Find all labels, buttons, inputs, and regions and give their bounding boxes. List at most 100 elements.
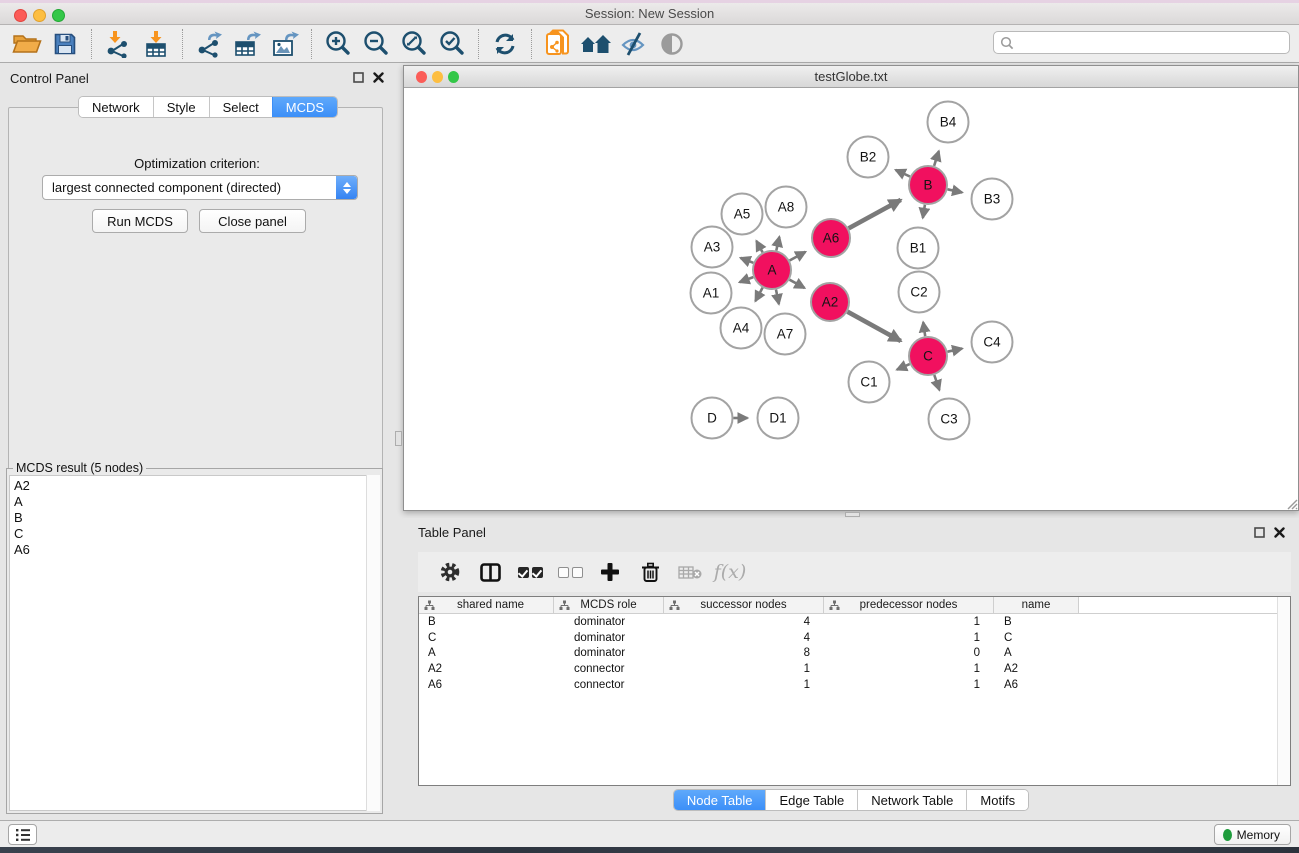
graph-edge[interactable] xyxy=(848,312,901,341)
graph-node-A1[interactable]: A1 xyxy=(691,273,732,314)
resize-grip-icon[interactable] xyxy=(1284,496,1298,510)
toolbar-search[interactable] xyxy=(993,31,1290,54)
mcds-result-item[interactable]: A6 xyxy=(14,542,379,558)
close-panel-icon[interactable] xyxy=(1274,527,1285,538)
delete-table-button[interactable] xyxy=(670,555,710,589)
graph-node-A6[interactable]: A6 xyxy=(812,219,850,257)
graph-node-B2[interactable]: B2 xyxy=(848,137,889,178)
zoom-out-button[interactable] xyxy=(357,27,395,61)
graph-edge[interactable] xyxy=(849,200,901,229)
graph-node-A4[interactable]: A4 xyxy=(721,308,762,349)
new-network-from-selection-button[interactable] xyxy=(539,27,577,61)
graph-node-B[interactable]: B xyxy=(909,166,947,204)
network-canvas[interactable]: B4B2BB3A5A8A6A3B1AC2A1A2A4A7C4CC1C3DD1 xyxy=(404,88,1298,510)
table-options-button[interactable] xyxy=(430,555,470,589)
graph-edge[interactable] xyxy=(776,237,779,251)
search-input[interactable] xyxy=(1014,32,1289,53)
column-header-shared-name[interactable]: shared name xyxy=(419,597,554,613)
graph-node-D[interactable]: D xyxy=(692,398,733,439)
table-row[interactable]: Cdominator41C xyxy=(419,630,1290,646)
table-row[interactable]: A2connector11A2 xyxy=(419,661,1290,677)
show-all-button[interactable] xyxy=(653,27,691,61)
memory-button[interactable]: Memory xyxy=(1214,824,1291,845)
mcds-result-item[interactable]: C xyxy=(14,526,379,542)
graph-edge[interactable] xyxy=(948,349,963,352)
graph-edge[interactable] xyxy=(741,258,754,263)
import-table-button[interactable] xyxy=(137,27,175,61)
tab-motifs[interactable]: Motifs xyxy=(966,790,1028,810)
graph-edge[interactable] xyxy=(790,252,806,261)
table-row[interactable]: Bdominator41B xyxy=(419,614,1290,630)
graph-node-C4[interactable]: C4 xyxy=(972,322,1013,363)
tab-select[interactable]: Select xyxy=(209,97,272,117)
graph-node-A3[interactable]: A3 xyxy=(692,227,733,268)
graph-edge[interactable] xyxy=(756,241,762,253)
graph-edge[interactable] xyxy=(740,277,754,282)
show-panels-button[interactable] xyxy=(8,824,37,845)
graph-edge[interactable] xyxy=(923,322,925,336)
mcds-result-scrollbar[interactable] xyxy=(366,475,380,811)
close-panel-icon[interactable] xyxy=(373,72,384,83)
tab-style[interactable]: Style xyxy=(153,97,209,117)
graph-node-A8[interactable]: A8 xyxy=(766,187,807,228)
graph-edge[interactable] xyxy=(790,280,805,288)
graph-node-A5[interactable]: A5 xyxy=(722,194,763,235)
tab-mcds[interactable]: MCDS xyxy=(272,97,337,117)
graph-node-D1[interactable]: D1 xyxy=(758,398,799,439)
hide-selection-button[interactable] xyxy=(615,27,653,61)
graph-node-B1[interactable]: B1 xyxy=(898,228,939,269)
column-header-predecessor-nodes[interactable]: predecessor nodes xyxy=(824,597,994,613)
graph-edge[interactable] xyxy=(948,189,963,192)
column-header-name[interactable]: name xyxy=(994,597,1079,613)
graph-edge[interactable] xyxy=(934,151,939,166)
float-panel-icon[interactable] xyxy=(353,72,364,83)
save-session-button[interactable] xyxy=(46,27,84,61)
graph-node-C2[interactable]: C2 xyxy=(899,272,940,313)
graph-node-C1[interactable]: C1 xyxy=(849,362,890,403)
float-panel-icon[interactable] xyxy=(1254,527,1265,538)
export-network-button[interactable] xyxy=(190,27,228,61)
table-row[interactable]: A6connector11A6 xyxy=(419,677,1290,693)
fit-content-button[interactable] xyxy=(395,27,433,61)
tab-edge-table[interactable]: Edge Table xyxy=(765,790,857,810)
zoom-in-button[interactable] xyxy=(319,27,357,61)
graph-edge[interactable] xyxy=(755,288,762,302)
delete-column-button[interactable] xyxy=(630,555,670,589)
mcds-result-item[interactable]: A2 xyxy=(14,478,379,494)
run-mcds-button[interactable]: Run MCDS xyxy=(92,209,188,233)
mcds-result-item[interactable]: B xyxy=(14,510,379,526)
add-column-button[interactable] xyxy=(590,555,630,589)
graph-edge[interactable] xyxy=(897,364,910,370)
mcds-result-list[interactable]: A2ABCA6 xyxy=(9,475,380,811)
graph-node-C3[interactable]: C3 xyxy=(929,399,970,440)
table-row[interactable]: Adominator80A xyxy=(419,645,1290,661)
vertical-splitter-handle[interactable] xyxy=(395,431,402,446)
graph-edge[interactable] xyxy=(923,205,925,218)
tab-network[interactable]: Network xyxy=(79,97,153,117)
graph-edge[interactable] xyxy=(896,170,910,177)
zoom-selected-button[interactable] xyxy=(433,27,471,61)
deselect-all-button[interactable] xyxy=(550,555,590,589)
select-all-button[interactable] xyxy=(510,555,550,589)
column-header-mcds-role[interactable]: MCDS role xyxy=(554,597,664,613)
open-session-button[interactable] xyxy=(8,27,46,61)
show-columns-button[interactable] xyxy=(470,555,510,589)
graph-node-A2[interactable]: A2 xyxy=(811,283,849,321)
graph-node-C[interactable]: C xyxy=(909,337,947,375)
export-image-button[interactable] xyxy=(266,27,304,61)
close-panel-button[interactable]: Close panel xyxy=(199,209,306,233)
import-network-button[interactable] xyxy=(99,27,137,61)
function-builder-button[interactable]: f(x) xyxy=(710,555,750,589)
graph-edge[interactable] xyxy=(934,375,939,390)
graph-node-A[interactable]: A xyxy=(753,251,791,289)
horizontal-splitter-handle[interactable] xyxy=(845,512,860,517)
table-scrollbar[interactable] xyxy=(1277,597,1290,785)
export-table-button[interactable] xyxy=(228,27,266,61)
graph-node-B4[interactable]: B4 xyxy=(928,102,969,143)
graph-node-A7[interactable]: A7 xyxy=(765,314,806,355)
home-browser-button[interactable] xyxy=(577,27,615,61)
criterion-dropdown[interactable]: largest connected component (directed) xyxy=(42,175,358,200)
tab-node-table[interactable]: Node Table xyxy=(674,790,766,810)
apply-layout-button[interactable] xyxy=(486,27,524,61)
mcds-result-item[interactable]: A xyxy=(14,494,379,510)
